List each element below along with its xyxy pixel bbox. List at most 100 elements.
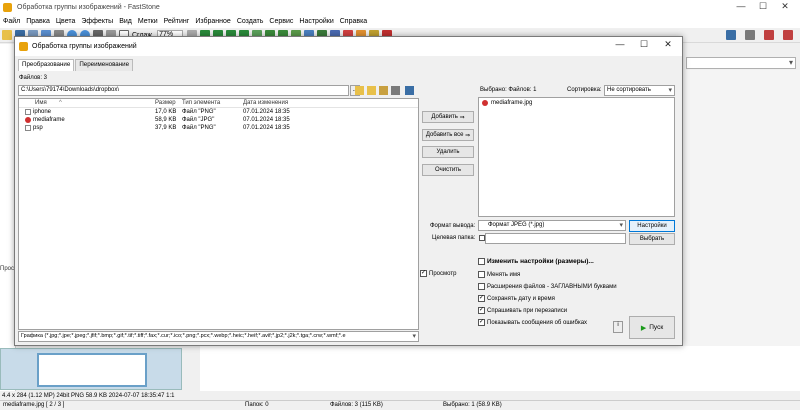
- add-all-button[interactable]: Добавить все ⇒: [422, 129, 474, 141]
- status-bar: mediaframe.jpg [ 2 / 3 ] Папок: 0 Файлов…: [0, 400, 800, 410]
- sort-arrow-icon: ^: [59, 100, 62, 106]
- option-show-errors-checkbox[interactable]: ✓: [478, 319, 485, 326]
- option-label: Менять имя: [487, 271, 521, 278]
- option-ask-overwrite[interactable]: ✓ Спрашивать при перезаписи: [478, 307, 567, 314]
- source-file-list[interactable]: Имя ^ Размер Тип элемента Дата изменения…: [18, 98, 419, 330]
- selected-file-name: mediaframe.jpg: [491, 100, 533, 106]
- list-view-icon[interactable]: [391, 86, 400, 95]
- output-format-value: Формат JPEG (*.jpg): [488, 222, 545, 228]
- status-selected: Выбрано: 1 (58.9 KB): [443, 402, 502, 408]
- file-size: 58,9 KB: [155, 117, 177, 123]
- fullscreen-icon[interactable]: [764, 30, 774, 40]
- menu-tags[interactable]: Метки: [138, 18, 158, 25]
- browse-button[interactable]: Выбрать: [629, 233, 675, 245]
- file-date: 07.01.2024 18:35: [243, 117, 290, 123]
- preview-toggle[interactable]: ✓ Просмотр: [420, 270, 456, 277]
- col-size[interactable]: Размер: [155, 100, 176, 106]
- col-type[interactable]: Тип элемента: [182, 100, 220, 106]
- menu-effects[interactable]: Эффекты: [81, 18, 113, 25]
- info-icon[interactable]: i: [613, 321, 623, 333]
- menu-edit[interactable]: Правка: [26, 18, 50, 25]
- selected-file-list[interactable]: mediaframe.jpg: [478, 97, 675, 217]
- open-folder-icon[interactable]: [2, 30, 12, 40]
- folder-up-icon[interactable]: [355, 86, 364, 95]
- file-row[interactable]: psp 37,9 KB Файл "PNG" 07.01.2024 18:35: [19, 124, 418, 132]
- new-folder-icon[interactable]: [367, 86, 376, 95]
- file-row[interactable]: iphone 17,0 KB Файл "PNG" 07.01.2024 18:…: [19, 108, 418, 116]
- col-name[interactable]: Имя: [35, 100, 47, 106]
- file-list-header: Имя ^ Размер Тип элемента Дата изменения: [19, 99, 418, 108]
- menu-rating[interactable]: Рейтинг: [164, 18, 190, 25]
- option-show-errors[interactable]: ✓ Показывать сообщения об ошибках: [478, 319, 587, 326]
- dialog-minimize-icon[interactable]: —: [608, 39, 632, 50]
- add-button[interactable]: Добавить ⇒: [422, 111, 474, 123]
- option-uppercase-checkbox[interactable]: [478, 283, 485, 290]
- sort-select[interactable]: Не сортировать: [604, 85, 675, 96]
- file-type-filter[interactable]: Графика (*.jpg;*.jpe;*.jpeg;*.jfif;*.bmp…: [18, 331, 419, 342]
- image-thumbnail[interactable]: [0, 348, 182, 390]
- play-icon: ▶: [640, 324, 647, 332]
- compare-icon[interactable]: [783, 30, 793, 40]
- layout-icon[interactable]: [745, 30, 755, 40]
- clear-button[interactable]: Очистить: [422, 164, 474, 176]
- menu-bar: Файл Правка Цвета Эффекты Вид Метки Рейт…: [0, 15, 800, 28]
- menu-settings[interactable]: Настройки: [299, 18, 333, 25]
- preview-label: Просмотр: [429, 270, 457, 277]
- remove-button[interactable]: Удалить: [422, 146, 474, 158]
- browser-mode-icon[interactable]: [726, 30, 736, 40]
- option-uppercase-ext[interactable]: Расширения файлов - ЗАГЛАВНЫМИ буквами: [478, 283, 617, 290]
- address-dropdown[interactable]: [686, 57, 796, 69]
- settings-button[interactable]: Настройки: [629, 220, 675, 232]
- option-resize-checkbox[interactable]: [478, 258, 485, 265]
- option-keep-date[interactable]: ✓ Сохранять дату и время: [478, 295, 555, 302]
- minimize-icon[interactable]: —: [730, 1, 752, 12]
- option-rename-checkbox[interactable]: [478, 271, 485, 278]
- file-name: psp: [33, 125, 43, 131]
- app-icon: [3, 3, 12, 12]
- preview-checkbox[interactable]: ✓: [420, 270, 427, 277]
- add-all-button-label: Добавить все: [425, 132, 464, 138]
- add-button-label: Добавить: [431, 114, 458, 120]
- run-button[interactable]: ▶ Пуск: [629, 316, 675, 339]
- dialog-window-controls: — ☐ ✕: [608, 39, 680, 50]
- tab-convert[interactable]: Преобразование: [18, 59, 75, 71]
- file-type: Файл "PNG": [182, 125, 216, 131]
- menu-tools[interactable]: Сервис: [269, 18, 293, 25]
- toolbar-right: [720, 30, 796, 40]
- file-row[interactable]: mediaframe 58,9 KB Файл "JPG" 07.01.2024…: [19, 116, 418, 124]
- menu-view[interactable]: Вид: [119, 18, 132, 25]
- option-resize[interactable]: Изменить настройки (размеры)...: [478, 258, 594, 265]
- target-folder-input[interactable]: [485, 233, 626, 244]
- sort-label: Сортировка:: [567, 87, 602, 93]
- list-item[interactable]: mediaframe.jpg: [482, 100, 532, 106]
- option-label: Спрашивать при перезаписи: [487, 307, 568, 314]
- app-title: Обработка группы изображений - FastStone: [17, 4, 160, 11]
- close-icon[interactable]: ✕: [774, 1, 796, 12]
- maximize-icon[interactable]: ☐: [752, 1, 774, 12]
- file-name: iphone: [33, 109, 52, 115]
- tab-rename[interactable]: Переименование: [75, 59, 134, 71]
- option-keep-date-checkbox[interactable]: ✓: [478, 295, 485, 302]
- col-date[interactable]: Дата изменения: [243, 100, 288, 106]
- dialog-maximize-icon[interactable]: ☐: [632, 39, 656, 50]
- details-view-icon[interactable]: [405, 86, 414, 95]
- arrow-right-icon: ⇒: [459, 114, 465, 121]
- png-file-icon: [25, 109, 31, 115]
- output-format-select[interactable]: Формат JPEG (*.jpg): [478, 220, 626, 231]
- batch-dialog: Обработка группы изображений — ☐ ✕ Преоб…: [14, 36, 683, 346]
- option-ask-overwrite-checkbox[interactable]: ✓: [478, 307, 485, 314]
- status-folders: Папок: 0: [245, 402, 269, 408]
- menu-help[interactable]: Справка: [340, 18, 367, 25]
- thumbnail-image: [37, 353, 147, 387]
- status-files: Файлов: 3 (115 KB): [330, 402, 383, 408]
- image-info-bar: 4.4 x 284 (1.12 MP) 24bit PNG 58.9 KB 20…: [0, 391, 800, 400]
- favorites-folder-icon[interactable]: [379, 86, 388, 95]
- path-input[interactable]: C:\Users\79174\Downloads\dropbox\: [18, 85, 349, 96]
- file-size: 37,9 KB: [155, 125, 177, 131]
- dialog-close-icon[interactable]: ✕: [656, 39, 680, 50]
- menu-favorites[interactable]: Избранное: [195, 18, 230, 25]
- option-rename[interactable]: Менять имя: [478, 271, 520, 278]
- menu-colors[interactable]: Цвета: [56, 18, 76, 25]
- menu-file[interactable]: Файл: [3, 18, 20, 25]
- menu-create[interactable]: Создать: [237, 18, 264, 25]
